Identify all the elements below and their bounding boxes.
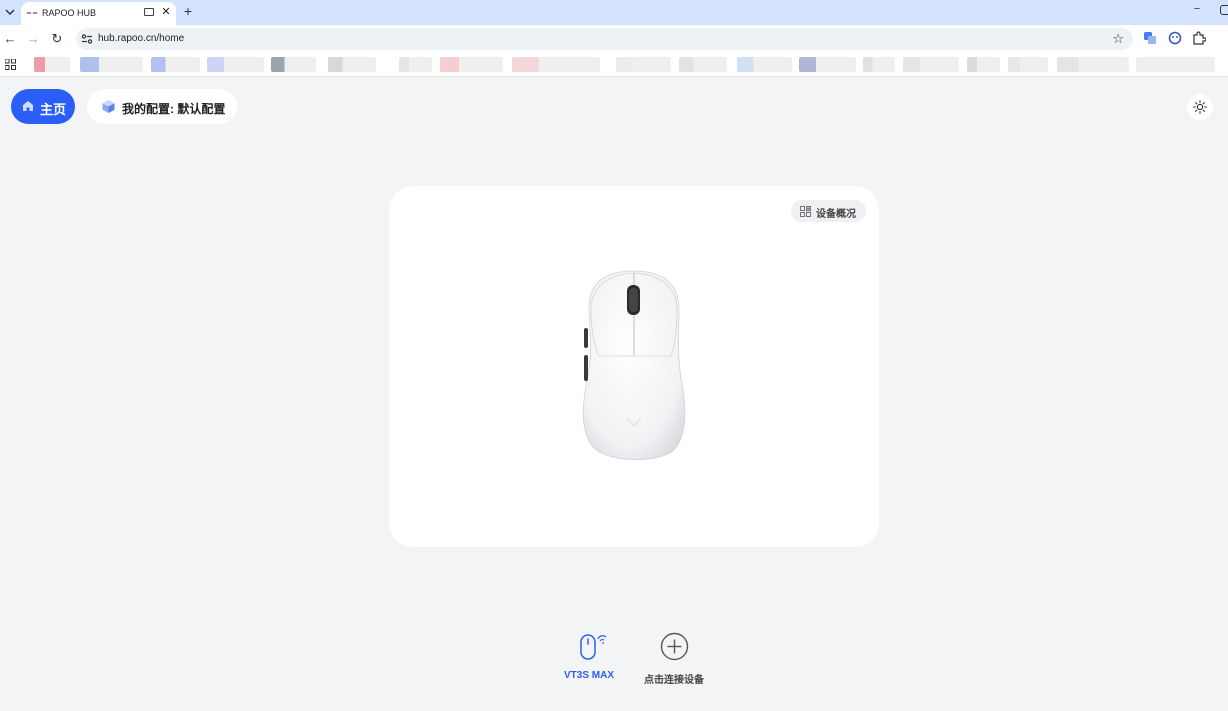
bookmark-item[interactable] (679, 57, 727, 72)
browser-tab-strip: RAPOO HUB ✕ + − (0, 0, 1228, 25)
bookmark-item[interactable] (34, 57, 70, 72)
bookmark-item[interactable] (328, 57, 376, 72)
site-info-icon[interactable] (81, 33, 93, 45)
bookmark-item[interactable] (967, 57, 1000, 72)
address-bar[interactable]: hub.rapoo.cn/home ☆ (76, 28, 1133, 50)
device-card: 设备概况 (389, 186, 879, 547)
bookmark-item[interactable] (903, 57, 959, 72)
connect-device-label: 点击连接设备 (644, 675, 704, 686)
bookmark-item[interactable] (271, 57, 316, 72)
home-icon (23, 101, 33, 111)
bookmark-item[interactable] (207, 57, 264, 72)
browser-toolbar: ← → ↻ hub.rapoo.cn/home ☆ (0, 25, 1228, 54)
bookmarks-bar (0, 54, 1228, 77)
bookmark-item[interactable] (80, 57, 143, 72)
bookmark-item[interactable] (799, 57, 856, 72)
device-overview-button[interactable]: 设备概况 (791, 200, 866, 222)
bookmark-item[interactable] (440, 57, 503, 72)
sun-icon (1193, 100, 1207, 114)
extensions-icon[interactable] (1192, 31, 1206, 45)
keyboard-icon (144, 8, 154, 16)
apps-icon[interactable] (5, 59, 16, 70)
translate-icon[interactable] (1143, 31, 1157, 45)
bookmark-item[interactable] (863, 57, 895, 72)
browser-tab[interactable]: RAPOO HUB ✕ (21, 2, 176, 25)
restore-button[interactable] (1220, 5, 1228, 15)
url-text[interactable]: hub.rapoo.cn/home (98, 33, 184, 44)
forward-button[interactable]: → (25, 31, 41, 47)
bookmark-star-icon[interactable]: ☆ (1112, 31, 1124, 47)
config-label: 我的配置: 默认配置 (122, 102, 226, 116)
tab-close-button[interactable]: ✕ (160, 5, 172, 19)
home-button[interactable]: 主页 (11, 89, 75, 124)
reload-button[interactable]: ↻ (49, 31, 65, 47)
connect-device-button[interactable]: 点击连接设备 (636, 632, 712, 687)
new-tab-button[interactable]: + (181, 3, 195, 19)
device-item-vt3s-max[interactable]: VT3S MAX (557, 630, 621, 685)
profile-icon[interactable] (1168, 31, 1182, 45)
tab-title: RAPOO HUB (42, 8, 97, 18)
config-selector[interactable]: 我的配置: 默认配置 (87, 89, 237, 124)
theme-toggle-button[interactable] (1187, 94, 1213, 120)
cube-icon (102, 100, 115, 113)
minimize-button[interactable]: − (1191, 3, 1203, 17)
bookmark-item[interactable] (737, 57, 792, 72)
device-name-label: VT3S MAX (563, 670, 614, 681)
back-button[interactable]: ← (2, 31, 18, 47)
rapoo-favicon-icon (27, 12, 37, 14)
device-overview-label: 设备概况 (816, 209, 856, 220)
grid-icon (800, 206, 811, 217)
white-mouse-image (582, 270, 686, 460)
home-label: 主页 (40, 102, 67, 117)
bookmark-item[interactable] (1057, 57, 1129, 72)
bookmark-item[interactable] (616, 57, 671, 72)
bookmark-item[interactable] (151, 57, 200, 72)
tab-search-icon[interactable] (2, 3, 18, 21)
plus-circle-icon (660, 632, 689, 661)
wireless-mouse-icon (580, 634, 607, 660)
bookmark-item[interactable] (512, 57, 600, 72)
bookmark-item[interactable] (1136, 57, 1215, 72)
bookmark-item[interactable] (399, 57, 432, 72)
bookmark-item[interactable] (1008, 57, 1048, 72)
